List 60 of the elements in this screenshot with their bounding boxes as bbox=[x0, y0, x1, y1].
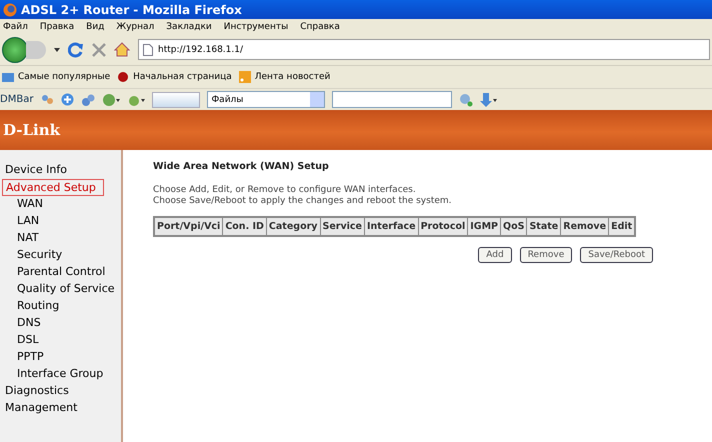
sidebar-item[interactable]: Parental Control bbox=[0, 264, 121, 281]
page-title: Wide Area Network (WAN) Setup bbox=[153, 161, 330, 172]
menu-item[interactable]: Вид bbox=[86, 22, 104, 32]
address-field[interactable]: http://192.168.1.1/ bbox=[138, 39, 710, 60]
home-icon[interactable] bbox=[114, 42, 130, 57]
sidebar-item[interactable]: Diagnostics bbox=[0, 383, 121, 400]
column-header: Edit bbox=[608, 217, 636, 236]
sidebar-item[interactable]: LAN bbox=[0, 213, 121, 230]
sidebar-item[interactable]: Management bbox=[0, 400, 121, 417]
bookmark-link[interactable]: Лента новостей bbox=[254, 72, 330, 82]
bookmark-icon bbox=[116, 70, 130, 84]
sidebar-item[interactable]: PPTP bbox=[0, 349, 121, 366]
dropdown-icon[interactable] bbox=[54, 48, 60, 52]
folder-icon bbox=[1, 70, 15, 84]
close-icon[interactable] bbox=[92, 42, 106, 56]
instruction-text: Choose Add, Edit, or Remove to configure WAN interfaces. bbox=[153, 185, 417, 196]
column-header: Con. ID bbox=[222, 217, 266, 236]
logo: D-Link bbox=[3, 121, 60, 139]
feed-icon bbox=[238, 70, 252, 84]
menu-item[interactable]: Закладки bbox=[166, 22, 212, 32]
column-header: Interface bbox=[364, 217, 418, 236]
action-button[interactable]: Remove bbox=[520, 247, 572, 263]
plus-icon[interactable] bbox=[61, 93, 74, 106]
column-header: QoS bbox=[500, 217, 527, 236]
window-title: ADSL 2+ Router - Mozilla Firefox bbox=[21, 2, 242, 16]
column-header: Port/Vpi/Vci bbox=[154, 217, 223, 236]
column-header: State bbox=[526, 217, 561, 236]
sidebar-item[interactable]: Routing bbox=[0, 298, 121, 315]
download-icon[interactable] bbox=[480, 92, 498, 108]
action-button[interactable]: Add bbox=[478, 247, 512, 263]
reload-icon[interactable] bbox=[68, 42, 84, 58]
menu-item[interactable]: Правка bbox=[40, 22, 74, 32]
action-button[interactable]: Save/Reboot bbox=[580, 247, 653, 263]
search-field[interactable] bbox=[332, 91, 452, 108]
bookmark-link[interactable]: Самые популярные bbox=[18, 72, 110, 82]
menu-item[interactable]: Журнал bbox=[116, 22, 154, 32]
menu-item[interactable]: Инструменты bbox=[224, 22, 288, 32]
file-dropdown[interactable]: Файлы bbox=[207, 91, 326, 108]
sidebar-item[interactable]: Device Info bbox=[0, 162, 121, 179]
column-header: Protocol bbox=[418, 217, 468, 236]
column-header: Category bbox=[266, 217, 320, 236]
sidebar-item[interactable]: Security bbox=[0, 247, 121, 264]
sidebar-item[interactable]: NAT bbox=[0, 230, 121, 247]
sidebar-item[interactable]: Quality of Service bbox=[0, 281, 121, 298]
instruction-text: Choose Save/Reboot to apply the changes and reboot the system. bbox=[153, 196, 453, 207]
column-header: IGMP bbox=[468, 217, 501, 236]
menu-item[interactable]: Файл bbox=[3, 22, 28, 32]
column-header: Remove bbox=[560, 217, 609, 236]
back-button[interactable] bbox=[2, 36, 28, 62]
toolbar-button[interactable] bbox=[152, 92, 200, 108]
menu-item[interactable]: Справка bbox=[300, 22, 340, 32]
sidebar-item[interactable]: Advanced Setup bbox=[2, 179, 104, 196]
sidebar-item[interactable]: WAN bbox=[0, 196, 121, 213]
bookmark-link[interactable]: Начальная страница bbox=[133, 72, 232, 82]
sidebar-item[interactable]: DNS bbox=[0, 315, 121, 332]
toolbar-label: DMBar bbox=[0, 94, 34, 105]
sidebar-item[interactable]: Interface Group bbox=[0, 366, 121, 383]
sidebar-item[interactable]: DSL bbox=[0, 332, 121, 349]
page-icon bbox=[143, 44, 153, 56]
column-header: Service bbox=[320, 217, 364, 236]
